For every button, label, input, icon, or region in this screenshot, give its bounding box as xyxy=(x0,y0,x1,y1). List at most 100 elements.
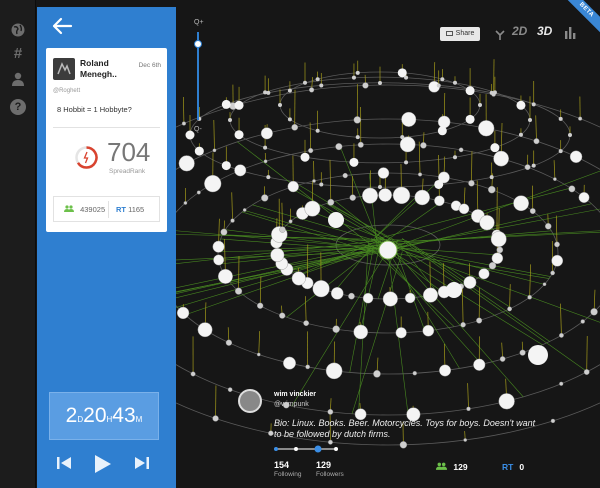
user-avatar[interactable] xyxy=(238,389,262,413)
user-node xyxy=(446,282,462,298)
activity-stem xyxy=(529,264,531,298)
bar-view-icon[interactable] xyxy=(564,26,576,39)
help-icon[interactable]: ? xyxy=(10,99,26,115)
user-node xyxy=(261,194,269,202)
retweet-stat[interactable]: RT 1165 xyxy=(116,205,144,214)
user-node xyxy=(256,352,261,357)
user-node xyxy=(578,192,590,203)
user-handle[interactable]: @wimpunk xyxy=(274,401,309,408)
globe-icon[interactable] xyxy=(10,22,26,38)
user-node xyxy=(507,306,512,312)
user-node xyxy=(468,180,475,187)
user-node xyxy=(218,268,233,284)
user-node xyxy=(325,362,343,380)
connection-line xyxy=(401,238,550,342)
rewind-button[interactable] xyxy=(55,455,75,476)
user-node xyxy=(257,302,264,309)
hashtag-icon[interactable]: # xyxy=(10,46,26,62)
user-retweet-stat[interactable]: RT 0 xyxy=(502,462,524,472)
zoom-slider-handle[interactable] xyxy=(194,40,202,48)
user-node xyxy=(353,324,368,340)
user-node xyxy=(342,172,348,179)
user-rt-count: 0 xyxy=(519,462,525,472)
author-name[interactable]: Roland Menegh.. xyxy=(80,58,136,80)
user-node xyxy=(524,164,531,171)
user-node xyxy=(479,215,495,231)
share-button[interactable]: Share xyxy=(440,27,480,41)
user-node xyxy=(178,155,195,172)
user-node xyxy=(312,280,330,298)
timer-hours: 20 xyxy=(83,404,107,427)
people-icon xyxy=(64,205,76,214)
user-node xyxy=(176,306,190,320)
user-node xyxy=(580,319,585,324)
fast-forward-button[interactable] xyxy=(131,455,151,476)
share-icon xyxy=(445,31,453,36)
user-node xyxy=(349,194,356,201)
user-node xyxy=(420,142,427,149)
user-node xyxy=(519,349,526,356)
followers-stat[interactable]: 129 Followers xyxy=(316,460,344,478)
user-node xyxy=(569,150,583,163)
user-node xyxy=(528,345,548,365)
user-node xyxy=(395,327,407,339)
activity-stem xyxy=(535,115,537,142)
influence-track xyxy=(274,445,338,453)
zoom-in-button[interactable]: Q+ xyxy=(194,19,204,26)
user-node xyxy=(437,126,447,136)
user-node xyxy=(266,175,271,180)
user-node xyxy=(212,240,225,253)
activity-stem xyxy=(586,335,588,373)
user-node xyxy=(578,116,583,121)
user-node xyxy=(234,100,244,110)
user-node xyxy=(378,188,392,202)
user-node xyxy=(221,99,231,109)
user-node xyxy=(400,135,405,140)
spread-visualization[interactable]: Q+ Q- Share 2D 3D BETA wim vinckier @wim… xyxy=(176,0,600,488)
divider xyxy=(108,201,109,218)
following-stat[interactable]: 154 Following xyxy=(274,460,301,478)
view-3d-button[interactable]: 3D xyxy=(537,24,552,38)
connection-line xyxy=(371,238,600,323)
user-info-overlay: wim vinckier @wimpunk Bio: Linux. Books.… xyxy=(236,386,576,486)
user-node xyxy=(453,155,457,160)
user-node xyxy=(518,132,523,137)
user-node xyxy=(458,147,464,153)
community-stat[interactable]: 129 xyxy=(436,462,468,472)
user-node xyxy=(568,185,576,193)
user-node xyxy=(357,141,364,148)
left-rail: # ? xyxy=(0,0,36,488)
user-node xyxy=(332,325,340,333)
user-node xyxy=(234,130,244,140)
play-button[interactable] xyxy=(91,453,113,480)
tree-view-icon[interactable] xyxy=(494,28,506,40)
user-node xyxy=(270,248,285,263)
user-node xyxy=(305,364,310,370)
user-node xyxy=(319,83,324,88)
connection-line xyxy=(381,231,600,243)
user-node xyxy=(531,163,536,168)
user-node xyxy=(439,364,451,377)
user-node xyxy=(559,332,564,338)
user-node xyxy=(312,179,316,183)
user-node xyxy=(516,100,526,110)
connection-line xyxy=(386,251,550,279)
user-name[interactable]: wim vinckier xyxy=(274,391,316,398)
user-node xyxy=(414,189,430,206)
view-2d-button[interactable]: 2D xyxy=(512,24,527,38)
elapsed-timer: 2D20H43M xyxy=(49,392,159,440)
timer-days: 2 xyxy=(65,404,78,427)
author-handle[interactable]: @Roghett xyxy=(53,88,80,94)
user-node xyxy=(263,145,268,150)
reach-stat[interactable]: 439025 xyxy=(64,205,105,214)
user-node xyxy=(351,75,356,80)
rt-count: 1165 xyxy=(128,205,145,214)
back-arrow-icon[interactable] xyxy=(49,15,75,37)
spread-rank-label: SpreadRank xyxy=(109,168,146,175)
zoom-out-button[interactable]: Q- xyxy=(194,126,202,133)
activity-stem xyxy=(555,215,558,245)
user-icon[interactable] xyxy=(10,71,26,87)
user-node xyxy=(465,86,475,96)
people-icon xyxy=(436,462,449,472)
user-node xyxy=(513,195,529,212)
